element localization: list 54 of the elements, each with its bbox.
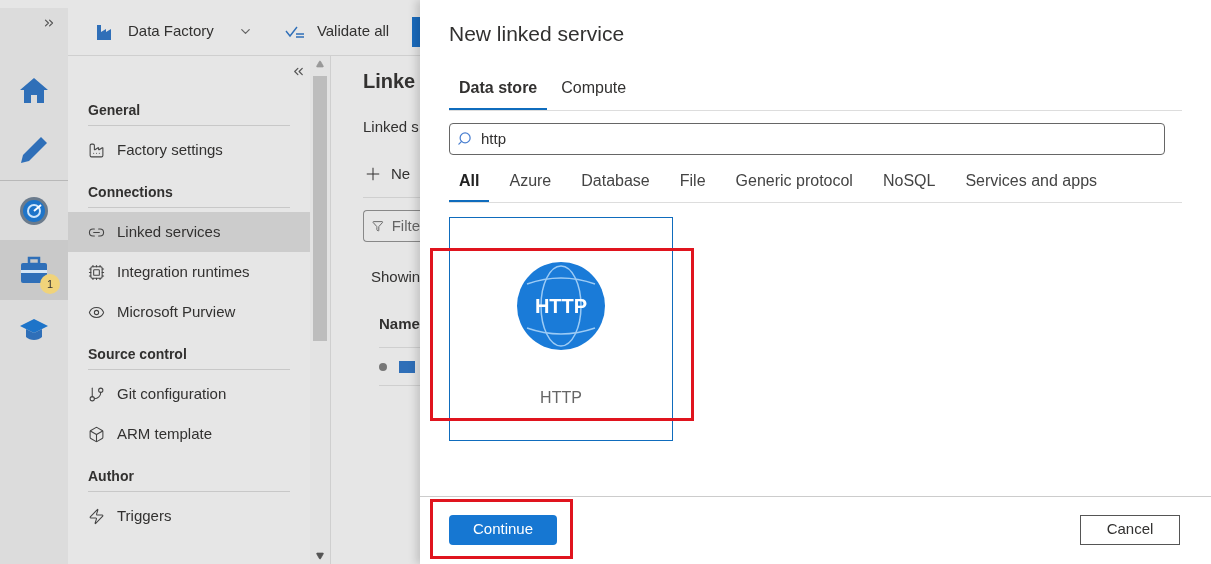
filter-tab[interactable]: Azure — [499, 168, 562, 202]
gauge-icon — [19, 195, 49, 226]
search-icon — [457, 130, 472, 146]
scroll-up-icon[interactable] — [316, 60, 324, 68]
filter-field[interactable]: Filte — [363, 210, 420, 242]
chip-icon — [88, 263, 105, 281]
expand-icon[interactable] — [42, 16, 56, 30]
graduation-cap-icon — [19, 317, 49, 343]
notification-badge: 1 — [40, 274, 60, 294]
connector-card[interactable]: HTTP HTTP — [449, 216, 673, 441]
service-icon — [399, 360, 415, 373]
new-button[interactable]: Ne — [391, 162, 411, 185]
git-icon — [88, 385, 105, 403]
pencil-icon — [19, 135, 49, 165]
cube-icon — [88, 425, 105, 443]
section-heading: Connections — [88, 182, 290, 208]
filter-tab[interactable]: Generic protocol — [725, 168, 863, 202]
filter-tab[interactable]: NoSQL — [872, 168, 946, 202]
filter-tab[interactable]: All — [449, 168, 490, 202]
validate-icon — [284, 24, 305, 39]
section-heading: Author — [88, 466, 290, 492]
filter-tab[interactable]: File — [669, 168, 716, 202]
filter-icon — [372, 219, 384, 233]
column-header: Name — [379, 312, 420, 348]
validate-all-button[interactable]: Validate all — [316, 20, 390, 43]
nav-rail-item[interactable]: 1 — [0, 240, 68, 300]
filter-tab[interactable]: Database — [571, 168, 660, 202]
tab[interactable]: Data store — [449, 71, 548, 110]
factory-icon — [88, 141, 105, 159]
lightning-icon — [88, 507, 105, 525]
section-heading: Source control — [88, 344, 290, 370]
factory-name[interactable]: Data Factory — [128, 20, 214, 43]
sidebar-item[interactable]: Factory settings — [68, 130, 310, 170]
cancel-button[interactable]: Cancel — [1080, 514, 1180, 545]
section-heading: General — [88, 100, 290, 126]
showing-text: Showin — [371, 267, 420, 287]
sidebar-item[interactable]: Microsoft Purview — [68, 292, 310, 332]
continue-button[interactable]: Continue — [449, 514, 557, 545]
tab[interactable]: Compute — [551, 71, 637, 110]
scroll-down-icon[interactable] — [316, 552, 324, 560]
connector-label: HTTP — [540, 387, 582, 408]
filter-tab[interactable]: Services and apps — [955, 168, 1108, 202]
globe-logo: HTTP — [517, 261, 605, 350]
toolbox-icon — [19, 255, 49, 285]
sidebar-item[interactable]: Triggers — [68, 496, 310, 536]
sidebar-item[interactable]: ARM template — [68, 414, 310, 454]
dialog-title: New linked service — [449, 21, 626, 47]
search-field[interactable]: http — [449, 122, 1165, 155]
sidebar-item[interactable]: Linked services — [68, 212, 310, 252]
page-title: Linke — [363, 69, 417, 94]
sidebar-item[interactable]: Integration runtimes — [68, 252, 310, 292]
page-subtitle: Linked s — [363, 117, 420, 137]
sidebar-item[interactable]: Git configuration — [68, 374, 310, 414]
home-icon — [19, 76, 49, 104]
